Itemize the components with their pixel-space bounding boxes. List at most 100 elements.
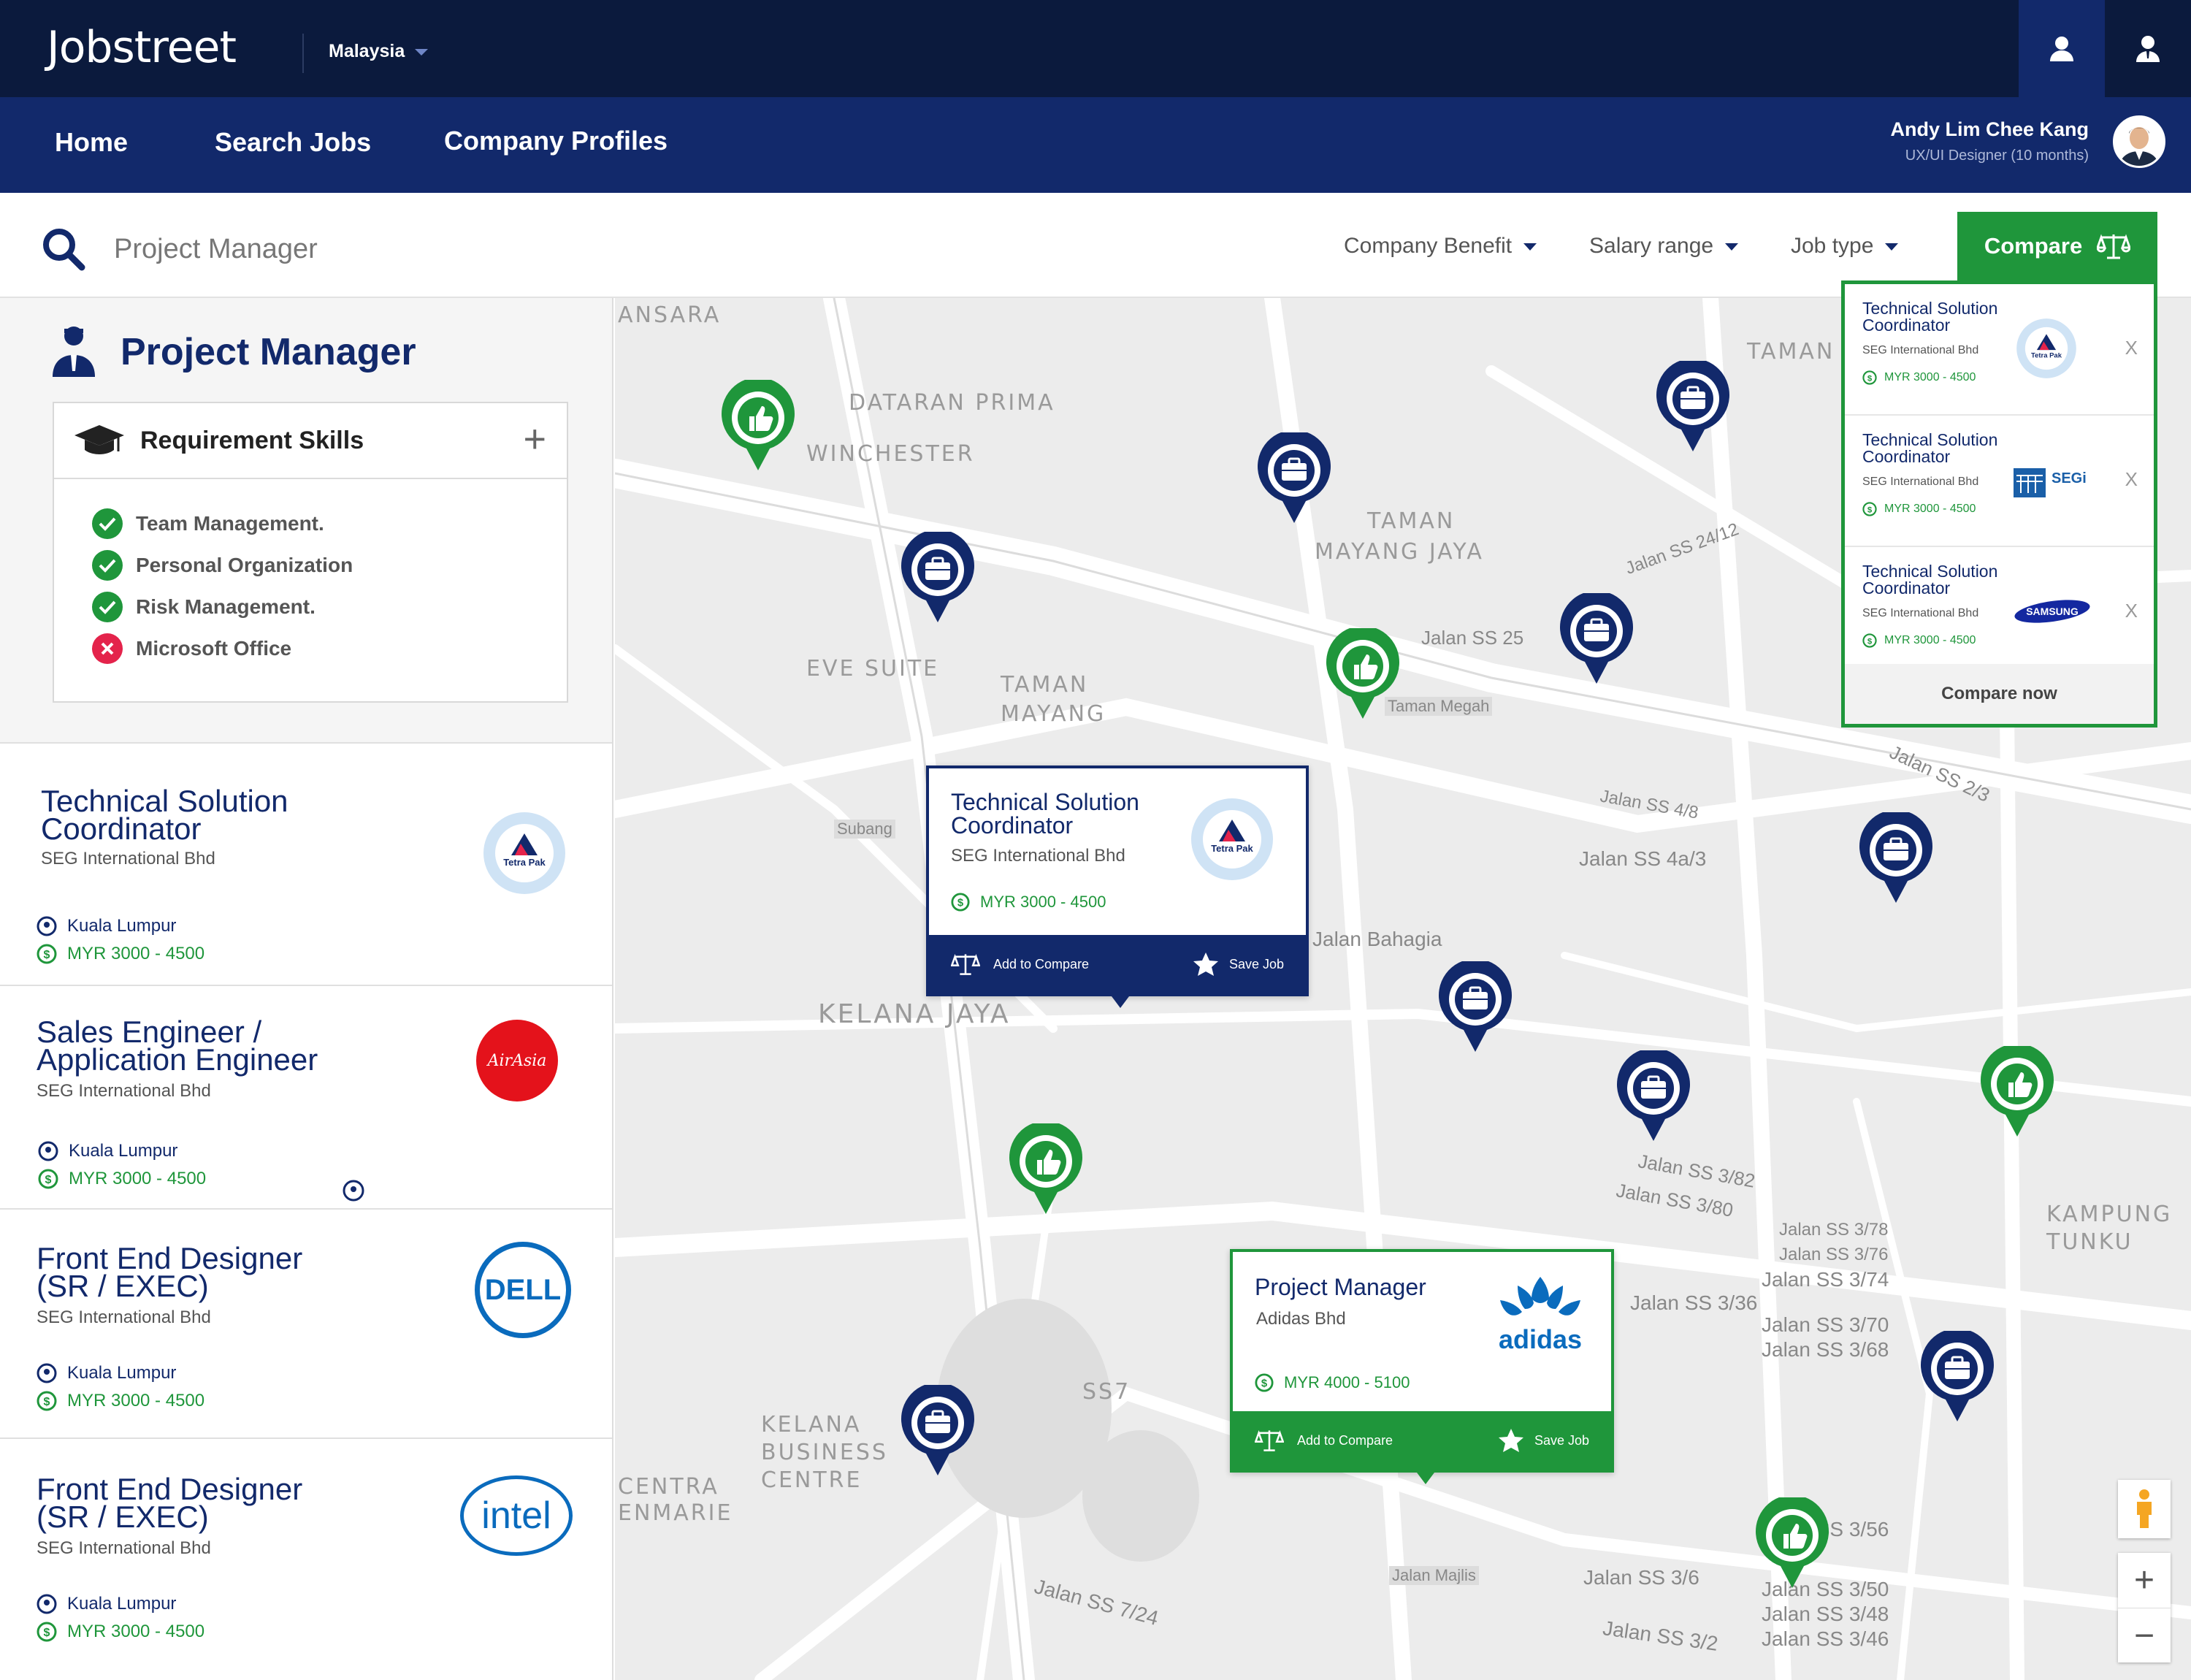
job-list-item[interactable]: Sales Engineer / Application Engineer SEG… — [0, 986, 612, 1210]
svg-text:Tetra Pak: Tetra Pak — [1211, 843, 1253, 854]
job-pin[interactable] — [1653, 361, 1732, 456]
job-pin[interactable] — [898, 1385, 977, 1480]
nav-home[interactable]: Home — [55, 127, 128, 158]
nav-company-profiles[interactable]: Company Profiles — [444, 126, 668, 156]
search-icon[interactable] — [41, 226, 86, 272]
card-pointer — [1417, 1473, 1434, 1484]
skill-label: Risk Management. — [136, 595, 316, 618]
street-view-pegman-icon[interactable] — [2118, 1480, 2171, 1538]
recommended-job-pin[interactable] — [1753, 1497, 1832, 1592]
compare-button[interactable]: Compare — [1957, 212, 2157, 280]
map-label: TAMAN MAYANG — [1001, 672, 1106, 727]
chevron-down-icon — [415, 48, 429, 56]
plus-icon[interactable]: + — [523, 416, 546, 462]
recommended-job-pin[interactable] — [719, 380, 798, 475]
svg-text:$: $ — [1867, 637, 1873, 646]
company-name: SEG International Bhd — [37, 1307, 211, 1327]
job-list-item[interactable]: Front End Designer (SR / EXEC) SEG Intern… — [0, 1210, 612, 1439]
add-to-compare-label: Add to Compare — [993, 956, 1090, 971]
job-pin[interactable] — [1614, 1050, 1693, 1145]
compare-panel: Technical Solution Coordinator SEG Intern… — [1841, 280, 2157, 728]
recommended-job-pin[interactable] — [1006, 1123, 1085, 1218]
save-job-button[interactable]: Save Job — [1193, 952, 1284, 977]
compare-item[interactable]: Technical Solution Coordinator SEG Intern… — [1845, 416, 2154, 547]
skill-item: Personal Organization — [92, 550, 353, 581]
compare-now-button[interactable]: Compare now — [1845, 664, 2154, 724]
zoom-out-button[interactable]: − — [2118, 1608, 2171, 1662]
user-icon — [2050, 36, 2073, 61]
compare-item[interactable]: Technical Solution Coordinator SEG Intern… — [1845, 547, 2154, 679]
briefcase-icon — [1282, 463, 1307, 481]
dollar-icon: $ — [1862, 633, 1877, 648]
briefcase-icon — [1463, 992, 1488, 1009]
svg-text:$: $ — [957, 898, 964, 909]
add-to-compare-button[interactable]: Add to Compare — [951, 952, 1089, 977]
briefcase-icon — [1584, 624, 1609, 641]
check-icon — [92, 508, 123, 539]
svg-text:$: $ — [1867, 374, 1873, 383]
road-label: Subang — [834, 820, 895, 839]
filter-label: Company Benefit — [1344, 234, 1513, 258]
job-pin[interactable] — [898, 532, 977, 627]
requirement-skills-title: Requirement Skills — [140, 427, 364, 454]
avatar[interactable] — [2113, 115, 2165, 168]
nav-search-jobs[interactable]: Search Jobs — [215, 127, 371, 158]
requirement-skills-header[interactable]: Requirement Skills + — [54, 403, 567, 479]
segi-logo: SEGi — [2014, 468, 2087, 497]
country-selector[interactable]: Malaysia — [329, 41, 429, 62]
jobstreet-logo[interactable]: Jobstreet — [47, 22, 237, 73]
compare-company: SEG International Bhd — [1862, 344, 1979, 356]
svg-text:$: $ — [44, 1396, 50, 1408]
road-label: Jalan SS 3/68 — [1762, 1338, 1889, 1361]
divider — [302, 34, 304, 73]
card-job-title-line2: Coordinator — [951, 812, 1074, 839]
check-icon — [92, 592, 123, 622]
compare-job-title-line2: Coordinator — [1862, 579, 1951, 597]
job-pin[interactable] — [1557, 593, 1636, 688]
road-label: Jalan SS 4a/3 — [1579, 847, 1707, 870]
job-list-item[interactable]: Front End Designer (SR / EXEC) SEG Intern… — [0, 1439, 612, 1680]
airasia-logo: AirAsia — [487, 1051, 547, 1070]
salary-label: MYR 3000 - 4500 — [1884, 634, 1976, 646]
compare-company: SEG International Bhd — [1862, 476, 1979, 488]
recommended-job-pin[interactable] — [1978, 1046, 2057, 1141]
salary-label: MYR 3000 - 4500 — [67, 944, 205, 963]
map-job-card[interactable]: Technical Solution Coordinator SEG Intern… — [926, 765, 1309, 1008]
remove-compare-button[interactable]: X — [2125, 468, 2138, 491]
filter-company-benefit[interactable]: Company Benefit — [1344, 234, 1537, 259]
job-pin[interactable] — [1436, 961, 1515, 1056]
job-salary: $ MYR 3000 - 4500 — [37, 1622, 204, 1642]
job-pin[interactable] — [1255, 432, 1334, 527]
dollar-icon: $ — [1255, 1373, 1274, 1392]
salary-label: MYR 3000 - 4500 — [1884, 503, 1976, 515]
map-job-card[interactable]: Project Manager Adidas Bhd $ MYR 4000 - 5… — [1230, 1249, 1614, 1484]
company-name: SEG International Bhd — [37, 1538, 211, 1558]
job-pin[interactable] — [1857, 812, 1935, 907]
employer-icon-button[interactable] — [2105, 0, 2191, 97]
businessman-icon — [53, 327, 95, 377]
save-job-button[interactable]: Save Job — [1498, 1428, 1589, 1453]
briefcase-icon — [925, 562, 950, 580]
skill-label: Microsoft Office — [136, 637, 292, 660]
recommended-job-pin[interactable] — [1323, 628, 1402, 723]
zoom-in-button[interactable]: + — [2118, 1553, 2171, 1608]
job-list-item[interactable]: Technical Solution Coordinator SEG Intern… — [0, 745, 612, 986]
road-label: Jalan Majlis — [1389, 1566, 1479, 1585]
search-input[interactable]: Project Manager — [114, 234, 318, 265]
job-title-line2: (SR / EXEC) — [37, 1500, 209, 1534]
remove-compare-button[interactable]: X — [2125, 600, 2138, 622]
show-on-map-icon[interactable] — [342, 1179, 365, 1202]
filter-job-type[interactable]: Job type — [1791, 234, 1899, 259]
compare-item[interactable]: Technical Solution Coordinator SEG Intern… — [1845, 284, 2154, 416]
filter-salary-range[interactable]: Salary range — [1589, 234, 1739, 259]
dollar-icon: $ — [37, 1391, 57, 1411]
user-name[interactable]: Andy Lim Chee Kang — [1890, 118, 2089, 141]
job-pin[interactable] — [1918, 1331, 1997, 1426]
remove-compare-button[interactable]: X — [2125, 337, 2138, 359]
compare-label: Compare — [1984, 233, 2083, 259]
star-icon — [1193, 952, 1218, 976]
page-title: Project Manager — [121, 331, 416, 373]
profile-icon-button[interactable] — [2019, 0, 2105, 97]
compare-company: SEG International Bhd — [1862, 607, 1979, 619]
add-to-compare-button[interactable]: Add to Compare — [1255, 1428, 1393, 1453]
